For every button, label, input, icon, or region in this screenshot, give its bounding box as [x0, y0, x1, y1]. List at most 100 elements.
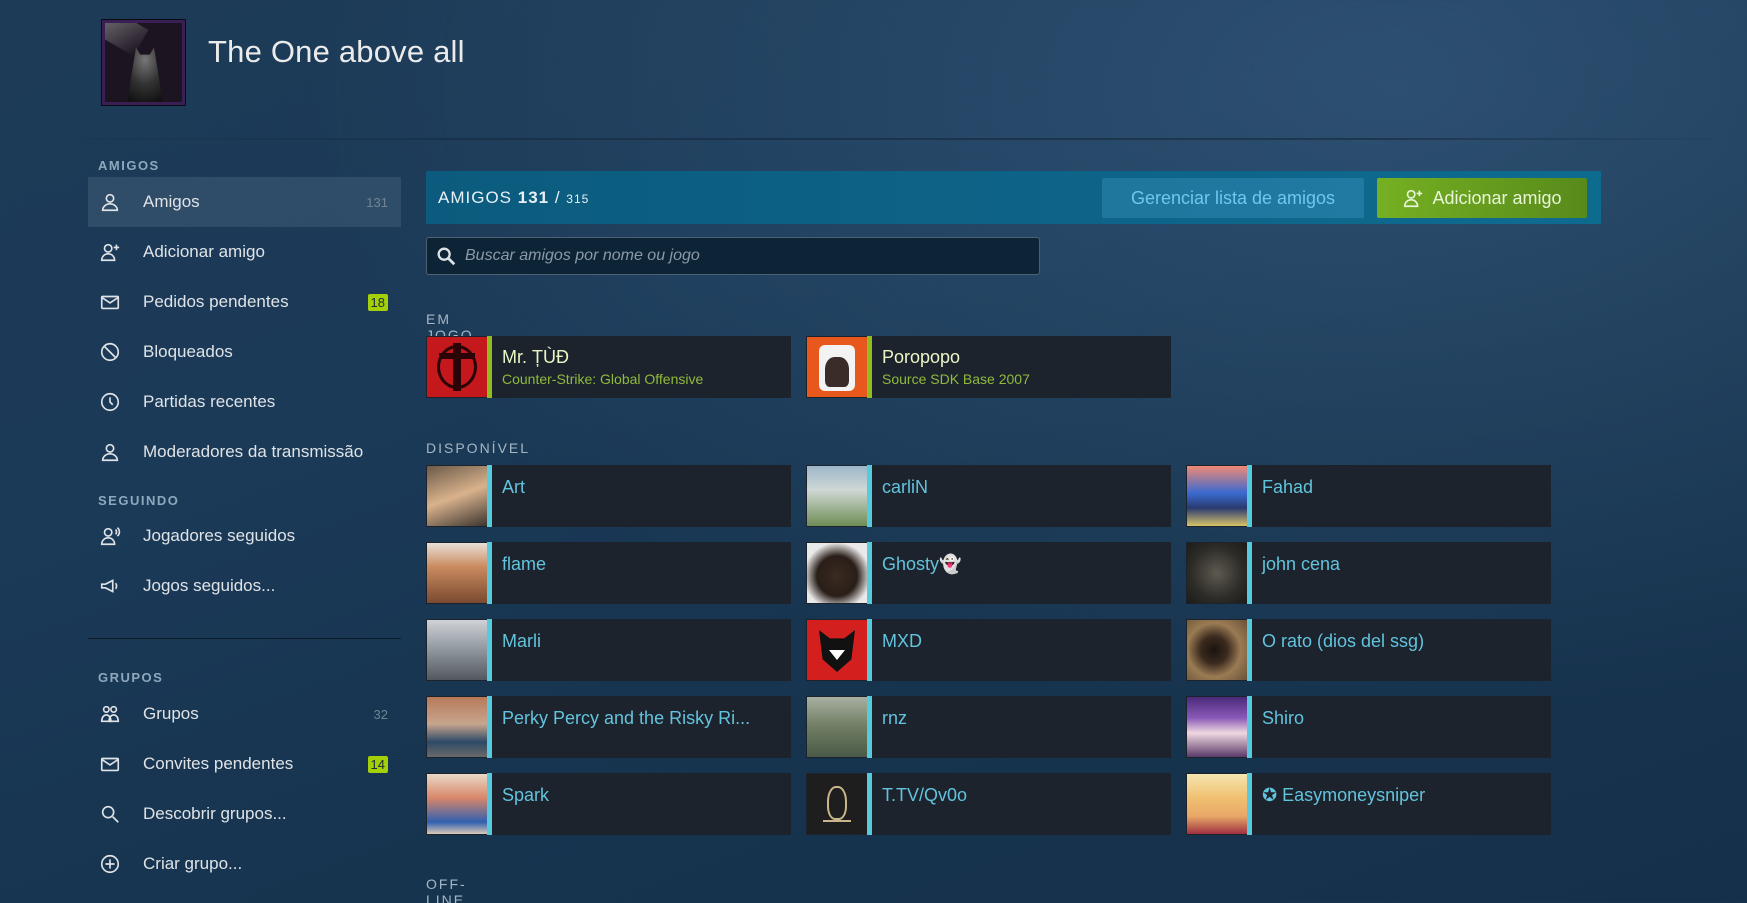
friend-name: Ghosty👻 — [882, 554, 962, 574]
friends-header-bar: AMIGOS 131 / 315 Gerenciar lista de amig… — [426, 171, 1601, 224]
friend-card[interactable]: Poropopo Source SDK Base 2007 — [806, 336, 1171, 398]
friend-name: Spark — [502, 785, 550, 805]
sidebar-item-groups[interactable]: Grupos 32 — [88, 689, 401, 739]
friend-card[interactable]: Shiro — [1186, 696, 1551, 758]
friend-card[interactable]: john cena — [1186, 542, 1551, 604]
friend-name: MXD — [882, 631, 922, 651]
friend-card[interactable]: T.TV/Qv0o — [806, 773, 1171, 835]
friend-card[interactable]: Spark — [426, 773, 791, 835]
search-box[interactable] — [426, 237, 1040, 275]
sidebar-item-create-group[interactable]: Criar grupo... — [88, 839, 401, 889]
user-icon — [98, 440, 122, 464]
friend-card[interactable]: rnz — [806, 696, 1171, 758]
friend-name: Perky Percy and the Risky Ri... — [502, 708, 751, 728]
friends-count-title: AMIGOS 131 / 315 — [438, 188, 589, 208]
sidebar-item-label: Amigos — [143, 192, 200, 211]
friend-name: flame — [502, 554, 547, 574]
friend-name: Poropopo — [882, 347, 961, 367]
sidebar-item-label: Jogos seguidos... — [143, 576, 276, 595]
friend-name: john cena — [1262, 554, 1341, 574]
profile-name[interactable]: The One above all — [208, 34, 465, 70]
group-icon — [98, 702, 122, 726]
add-user-icon — [98, 240, 122, 264]
sidebar-item-pending-requests[interactable]: Pedidos pendentes 18 — [88, 277, 401, 327]
plus-circle-icon — [98, 852, 122, 876]
avatar — [807, 466, 867, 526]
sidebar-item-broadcast-moderators[interactable]: Moderadores da transmissão — [88, 427, 401, 477]
blocked-icon — [98, 340, 122, 364]
avatar — [807, 543, 867, 603]
friend-card[interactable]: Perky Percy and the Risky Ri... — [426, 696, 791, 758]
sidebar-item-blocked[interactable]: Bloqueados — [88, 327, 401, 377]
friends-count-value: 131 — [517, 188, 550, 207]
profile-avatar[interactable] — [102, 20, 185, 105]
friends-count-separator: / — [549, 188, 567, 207]
sidebar-item-followed-players[interactable]: Jogadores seguidos — [88, 511, 401, 561]
sidebar-item-label: Partidas recentes — [143, 392, 276, 411]
add-friend-label: Adicionar amigo — [1432, 187, 1562, 208]
avatar — [1187, 466, 1247, 526]
avatar — [427, 620, 487, 680]
sidebar-item-followed-games[interactable]: Jogos seguidos... — [88, 561, 401, 611]
manage-friends-button[interactable]: Gerenciar lista de amigos — [1102, 178, 1364, 218]
section-title-following: SEGUINDO — [98, 493, 180, 508]
avatar — [807, 620, 867, 680]
search-input[interactable] — [465, 247, 1025, 265]
sidebar-item-label: Criar grupo... — [143, 854, 243, 873]
friend-card[interactable]: ✪ Easymoneysniper — [1186, 773, 1551, 835]
friend-game: Counter-Strike: Global Offensive — [502, 371, 704, 387]
friend-name: Mr. ȚÙĐ — [502, 347, 569, 367]
sidebar-item-pending-invites[interactable]: Convites pendentes 14 — [88, 739, 401, 789]
avatar — [807, 337, 867, 397]
add-friend-button[interactable]: Adicionar amigo — [1377, 178, 1587, 218]
section-title-groups: GRUPOS — [98, 670, 164, 685]
friends-limit: 315 — [566, 192, 590, 206]
friend-card[interactable]: Marli — [426, 619, 791, 681]
friend-card[interactable]: flame — [426, 542, 791, 604]
friends-count: 131 — [366, 194, 388, 210]
profile-header: The One above all — [0, 0, 1747, 140]
user-icon — [98, 190, 122, 214]
friend-name: rnz — [882, 708, 908, 728]
friend-card[interactable]: carliN — [806, 465, 1171, 527]
friend-card[interactable]: MXD — [806, 619, 1171, 681]
friend-game: Source SDK Base 2007 — [882, 371, 1030, 387]
sidebar-item-recent-matches[interactable]: Partidas recentes — [88, 377, 401, 427]
friend-name: ✪ Easymoneysniper — [1262, 785, 1426, 805]
friend-card[interactable]: Ghosty👻 — [806, 542, 1171, 604]
add-user-icon — [1404, 189, 1423, 208]
sidebar-item-friends[interactable]: Amigos 131 — [88, 177, 401, 227]
avatar — [427, 466, 487, 526]
avatar — [427, 337, 487, 397]
friend-card[interactable]: Art — [426, 465, 791, 527]
groups-count: 32 — [373, 706, 388, 722]
clock-icon — [98, 390, 122, 414]
sidebar-item-label: Convites pendentes — [143, 754, 294, 773]
sidebar-item-discover-groups[interactable]: Descobrir grupos... — [88, 789, 401, 839]
sidebar-item-label: Pedidos pendentes — [143, 292, 289, 311]
friend-name: O rato (dios del ssg) — [1262, 631, 1425, 651]
sidebar-item-label: Grupos — [143, 704, 199, 723]
pending-requests-badge: 18 — [367, 293, 388, 311]
sidebar-item-label: Moderadores da transmissão — [143, 442, 364, 461]
friends-title: AMIGOS — [438, 188, 513, 207]
sidebar-item-add-friend[interactable]: Adicionar amigo — [88, 227, 401, 277]
friend-name: carliN — [882, 477, 929, 497]
sidebar-item-label: Bloqueados — [143, 342, 233, 361]
avatar — [427, 774, 487, 834]
avatar — [1187, 543, 1247, 603]
avatar — [1187, 774, 1247, 834]
avatar — [807, 697, 867, 757]
friend-card[interactable]: O rato (dios del ssg) — [1186, 619, 1551, 681]
friend-name: Marli — [502, 631, 541, 651]
avatar — [427, 543, 487, 603]
friend-name: Art — [502, 477, 526, 497]
avatar — [807, 774, 867, 834]
group-title-online: DISPONÍVEL — [426, 440, 531, 456]
section-title-friends: AMIGOS — [98, 158, 160, 173]
search-icon — [437, 247, 456, 266]
followed-user-icon — [98, 524, 122, 548]
friend-card[interactable]: Fahad — [1186, 465, 1551, 527]
friend-name: Shiro — [1262, 708, 1305, 728]
friend-card[interactable]: Mr. ȚÙĐ Counter-Strike: Global Offensive — [426, 336, 791, 398]
